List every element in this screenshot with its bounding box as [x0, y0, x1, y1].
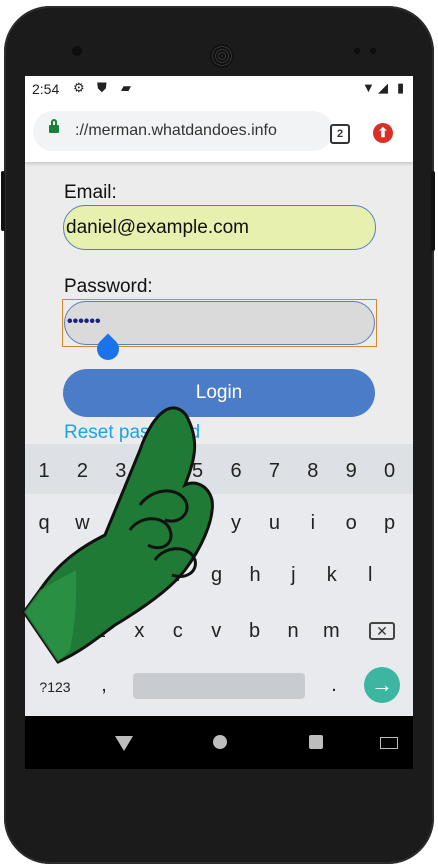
pointing-hand-icon	[22, 406, 214, 664]
